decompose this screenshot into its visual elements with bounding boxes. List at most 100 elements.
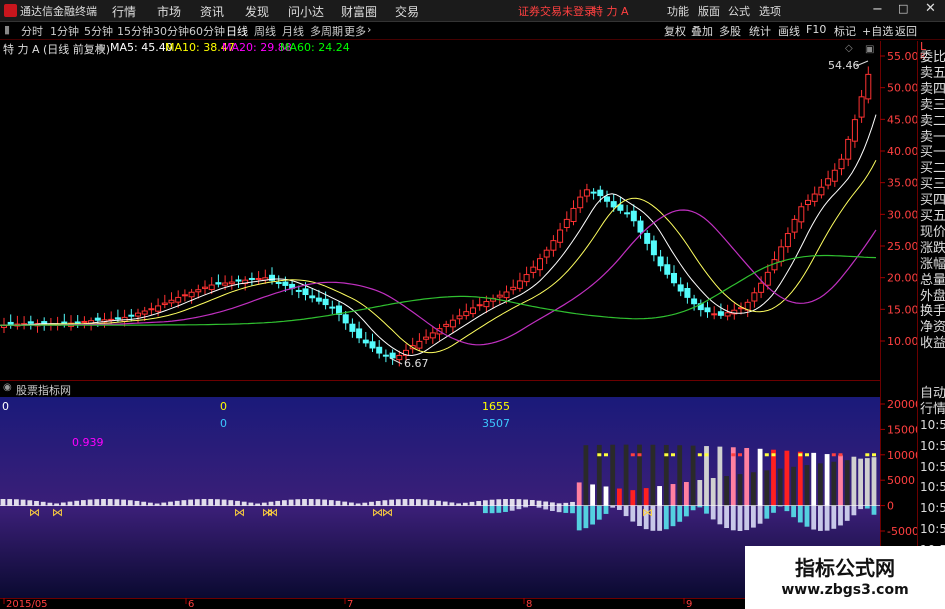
quote-mode-0[interactable]: 自动 [920, 386, 945, 401]
candle-body [188, 291, 195, 298]
sub-bar-pos [14, 499, 19, 506]
quote-label-0: 委比 [920, 50, 945, 65]
candle-body [650, 240, 657, 256]
sub-bar-pos [751, 472, 756, 506]
sub-bar-pos [797, 451, 803, 506]
candle-body [282, 281, 289, 286]
sub-bar-pos [402, 499, 408, 506]
sub-marker [872, 453, 876, 457]
candle-body [845, 138, 852, 160]
candle-body [778, 246, 785, 262]
sub-bar-neg [838, 505, 843, 526]
sub-bar-pos [302, 499, 307, 506]
ma-lines [0, 114, 877, 357]
price-tick-label: 30.00 [887, 208, 917, 221]
sub-bar-pos [724, 476, 729, 506]
high-price-label: 54.46 [828, 59, 860, 72]
price-tick-label: 50.00 [887, 82, 917, 95]
sub-tick-label: 5000 [887, 474, 915, 487]
candle-body [443, 323, 450, 327]
sub-bar-neg [797, 505, 803, 523]
candle-body [624, 212, 631, 215]
candle-body [610, 201, 617, 208]
sub-bar-pos [0, 499, 6, 506]
sub-bar-pos [469, 501, 475, 506]
sub-bar-pos [389, 499, 394, 506]
sub-bar-pos [744, 447, 750, 506]
candle-body [429, 332, 436, 339]
sub-bar-neg [751, 505, 756, 528]
sub-bar-neg [670, 505, 676, 527]
sub-marker [630, 453, 635, 457]
watermark-url: www.zbgs3.com [781, 582, 909, 598]
sub-marker [671, 453, 675, 457]
candle-body [202, 286, 208, 289]
sub-bar-pos [831, 461, 837, 506]
sub-bar-pos [7, 499, 13, 506]
butterfly-icon: ⋈ [642, 506, 653, 519]
candle-body [235, 279, 242, 282]
sub-bar-pos [141, 501, 147, 506]
candle-body [851, 119, 858, 142]
sub-bar-pos [235, 500, 240, 506]
kline-chart[interactable]: 55.00 50.00 45.00 40.00 35.00 30.00 25.00 20.00… [0, 0, 917, 609]
quote-label-17: 净资 [920, 320, 945, 336]
sub-bar-pos [114, 499, 120, 506]
sub-bar-pos [657, 486, 662, 506]
candle-body [215, 282, 222, 285]
subchart-settings-icon[interactable]: ◉ [3, 382, 12, 393]
candle-body [135, 312, 141, 317]
sub-marker [664, 453, 669, 457]
sub-bar-pos [422, 499, 428, 506]
candle-body [449, 319, 456, 328]
quote-mode-1[interactable]: 行情 [920, 402, 945, 417]
candle-body [382, 354, 389, 357]
sub-bar-pos [684, 482, 689, 506]
candle-body [295, 289, 302, 292]
chart-expand-icon[interactable]: ▣ [865, 44, 874, 55]
sub-bar-neg [583, 505, 589, 529]
sub-bar-pos [315, 499, 321, 506]
sub-marker [831, 453, 836, 457]
chart-pin-icon[interactable]: ◇ [845, 43, 853, 54]
sub-bar-pos [416, 499, 421, 506]
sub-bar-neg [570, 505, 575, 514]
quote-label-9: 买四 [920, 193, 945, 209]
butterfly-icon: ⋈ [267, 506, 278, 519]
sub-bar-pos [81, 500, 86, 506]
price-tick-label: 40.00 [887, 145, 917, 158]
candle-body [376, 346, 383, 354]
sub-value-1: 0 [2, 400, 9, 413]
sub-bar-neg [818, 505, 823, 531]
candle-body [483, 301, 490, 308]
candle-body [671, 272, 677, 284]
sub-tick-label: 10000 [887, 449, 917, 462]
sub-bar-pos [107, 499, 113, 506]
sub-bar-neg [576, 505, 582, 531]
date-axis: 2015/05 6 7 8 9 [3, 598, 692, 609]
sub-bar-pos [395, 499, 401, 506]
sub-bar-pos [818, 463, 823, 506]
price-axis: 55.00 50.00 45.00 40.00 35.00 30.00 25.00 20.00… [880, 50, 917, 348]
sub-bar-pos [40, 501, 46, 506]
candle-body [315, 297, 322, 302]
sub-bar-pos [670, 484, 676, 506]
close-button[interactable]: ✕ [925, 1, 936, 16]
sub-bar-pos [449, 502, 455, 506]
quote-label-1: 卖五 [920, 65, 945, 81]
sub-bar-neg [791, 505, 796, 518]
sub-marker [731, 453, 736, 457]
candle-body [811, 193, 818, 202]
candle-body [543, 249, 550, 258]
sub-bar-pos [308, 499, 314, 506]
sub-bar-neg [811, 505, 817, 530]
sub-bar-pos [617, 488, 622, 506]
sub-bar-neg [690, 505, 696, 511]
subchart-header: ◉ 股票指标网 [0, 380, 880, 397]
candle-body [523, 274, 530, 283]
sub-bar-pos [295, 499, 301, 506]
sub-bar-pos [456, 503, 461, 506]
quote-label-7: 买二 [920, 161, 945, 177]
sub-bar-pos [161, 502, 167, 506]
sub-bar-pos [603, 486, 609, 506]
